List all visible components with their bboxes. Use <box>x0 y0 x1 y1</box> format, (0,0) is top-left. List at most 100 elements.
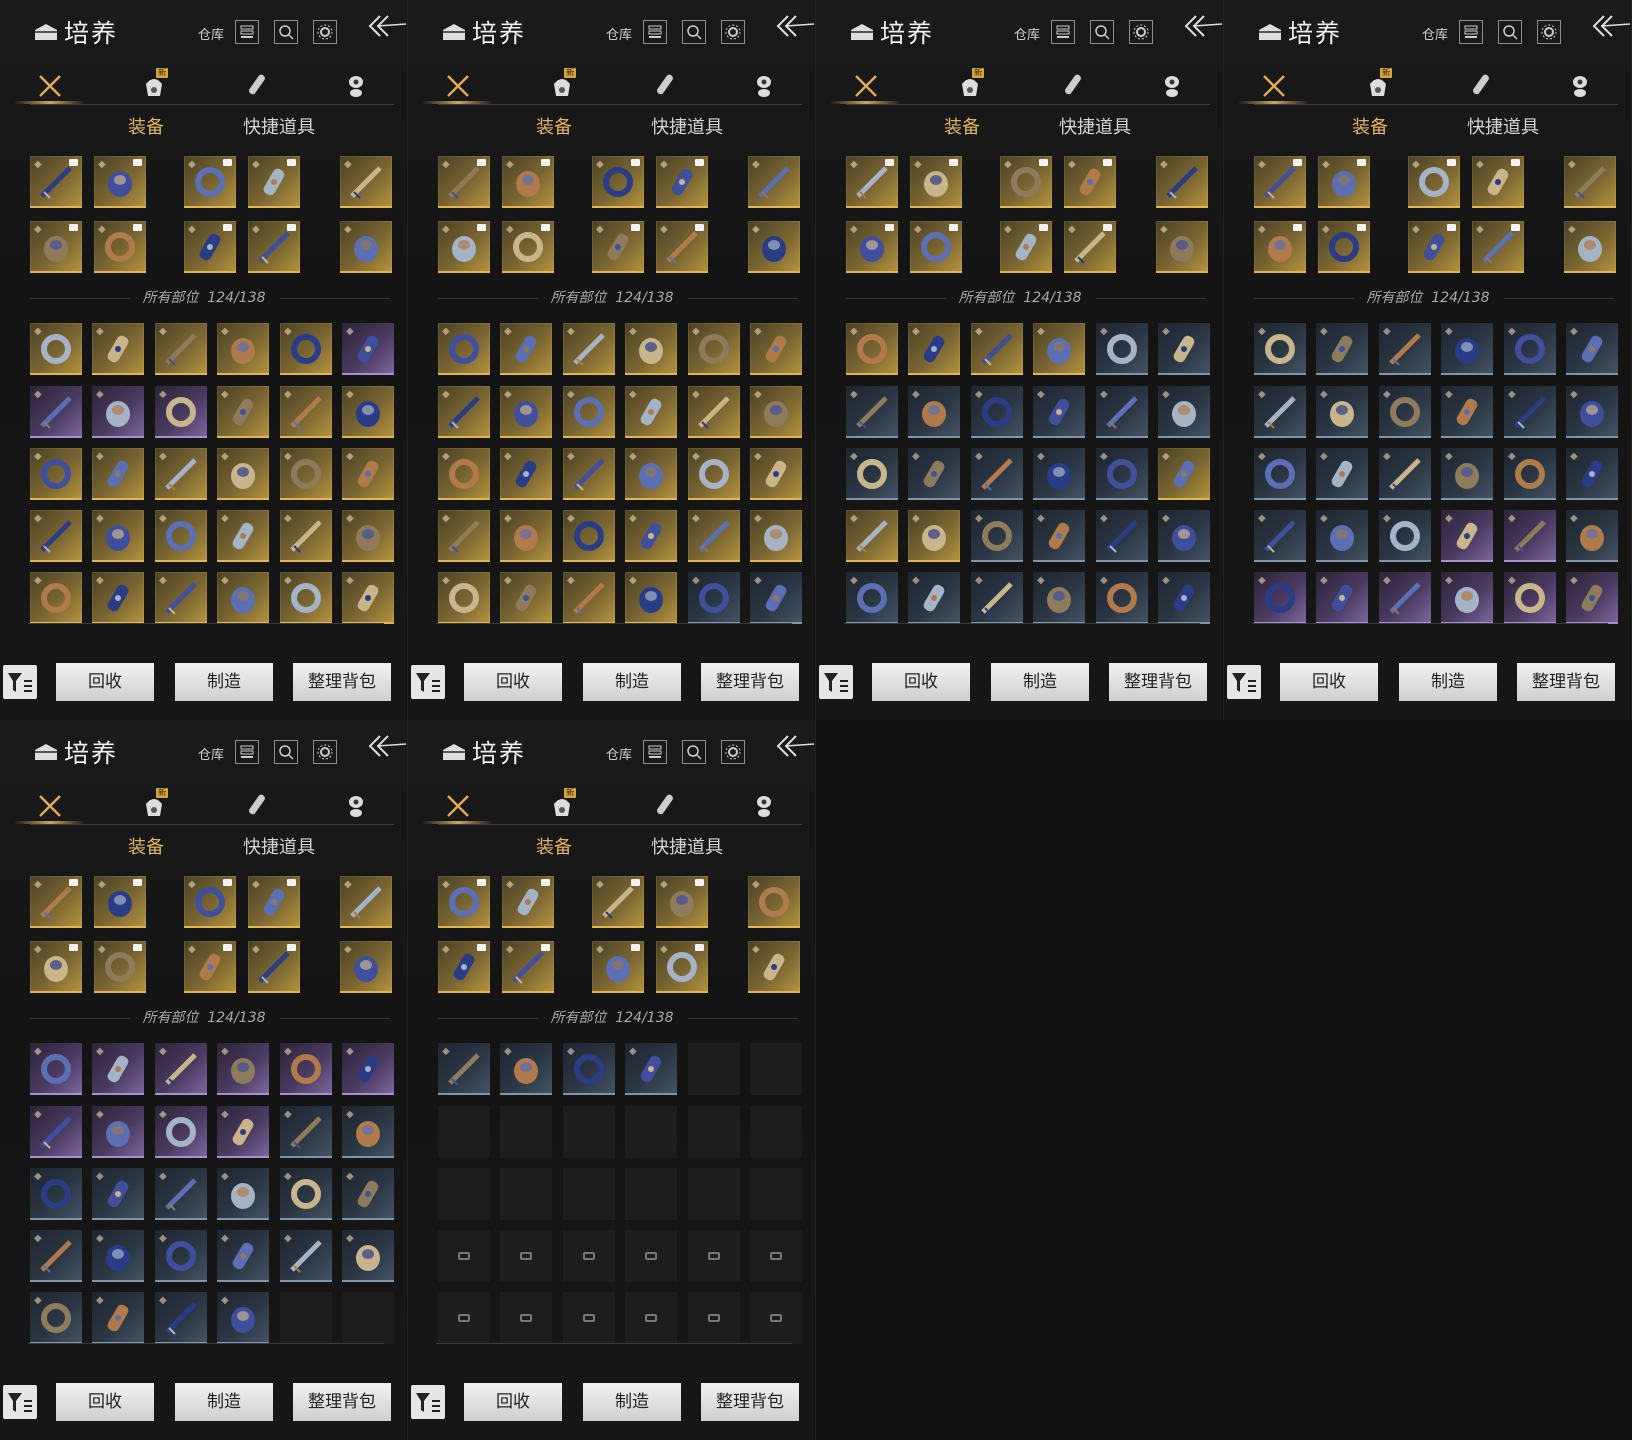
equipped-slot[interactable]: ◆ <box>656 941 708 993</box>
equipped-slot[interactable]: ◆ <box>502 156 554 208</box>
inventory-slot[interactable]: ◆ <box>217 1168 269 1220</box>
gear-icon[interactable] <box>313 20 337 44</box>
inventory-slot[interactable]: ◆ <box>438 323 490 375</box>
inventory-slot[interactable] <box>750 1043 802 1095</box>
equipped-slot[interactable]: ◆ <box>1000 221 1052 273</box>
tab-equipment[interactable]: 装备 <box>536 833 572 859</box>
back-arrow-icon[interactable] <box>1180 12 1223 48</box>
inventory-slot[interactable]: ◆ <box>1158 323 1210 375</box>
gear-icon[interactable] <box>721 20 745 44</box>
equipped-slot[interactable]: ◆ <box>502 221 554 273</box>
back-arrow-icon[interactable] <box>1588 12 1631 48</box>
inventory-slot[interactable]: ◆ <box>500 448 552 500</box>
tab-equipment[interactable]: 装备 <box>1352 113 1388 139</box>
filter-icon[interactable] <box>1227 665 1261 699</box>
inventory-slot[interactable]: ◆ <box>30 1292 82 1344</box>
equipped-slot[interactable]: ◆ <box>1064 221 1116 273</box>
storage-icon[interactable] <box>1051 20 1075 44</box>
inventory-slot[interactable]: ◆ <box>971 448 1023 500</box>
inventory-slot[interactable]: ◆ <box>155 448 207 500</box>
inventory-slot[interactable]: ◆ <box>750 572 802 624</box>
inventory-slot[interactable]: ◆ <box>217 448 269 500</box>
equipped-slot[interactable]: ◆ <box>656 156 708 208</box>
inventory-slot[interactable]: ◆ <box>1504 448 1556 500</box>
filter-icon[interactable] <box>411 1385 445 1419</box>
inventory-slot[interactable]: ◆ <box>30 386 82 438</box>
inventory-slot[interactable] <box>625 1106 677 1158</box>
inventory-slot[interactable]: ◆ <box>1504 510 1556 562</box>
inventory-slot[interactable]: ◆ <box>155 1292 207 1344</box>
token-icon[interactable] <box>1564 70 1596 100</box>
inventory-slot[interactable]: ◆ <box>563 1043 615 1095</box>
inventory-slot[interactable]: ◆ <box>1254 510 1306 562</box>
inventory-slot[interactable] <box>438 1230 490 1282</box>
equipped-slot[interactable]: ◆ <box>94 156 146 208</box>
scroll-icon[interactable] <box>648 790 680 820</box>
equipped-slot[interactable]: ◆ <box>438 876 490 928</box>
inventory-slot[interactable] <box>500 1168 552 1220</box>
equipped-slot[interactable]: ◆ <box>1564 221 1616 273</box>
filter-icon[interactable] <box>819 665 853 699</box>
filter-icon[interactable] <box>3 1385 37 1419</box>
inventory-slot[interactable]: ◆ <box>1316 448 1368 500</box>
equipped-slot[interactable]: ◆ <box>910 156 962 208</box>
inventory-slot[interactable]: ◆ <box>750 448 802 500</box>
inventory-slot[interactable] <box>563 1168 615 1220</box>
recycle-button[interactable]: 回收 <box>56 663 154 701</box>
inventory-slot[interactable]: ◆ <box>1254 386 1306 438</box>
inventory-slot[interactable]: ◆ <box>908 572 960 624</box>
inventory-slot[interactable]: ◆ <box>217 1106 269 1158</box>
storage-icon[interactable] <box>643 20 667 44</box>
bag-icon[interactable]: 新 <box>954 68 986 100</box>
inventory-slot[interactable]: ◆ <box>500 386 552 438</box>
equipped-slot[interactable]: ◆ <box>1564 156 1616 208</box>
inventory-slot[interactable]: ◆ <box>625 1043 677 1095</box>
inventory-slot[interactable]: ◆ <box>1096 386 1148 438</box>
inventory-slot[interactable]: ◆ <box>155 386 207 438</box>
crossed-swords-icon[interactable] <box>422 790 494 824</box>
warehouse-label[interactable]: 仓库 <box>198 744 224 763</box>
equipped-slot[interactable]: ◆ <box>94 876 146 928</box>
scroll-icon[interactable] <box>1464 70 1496 100</box>
inventory-slot[interactable]: ◆ <box>30 323 82 375</box>
equipped-slot[interactable]: ◆ <box>94 941 146 993</box>
equipped-slot[interactable]: ◆ <box>1156 221 1208 273</box>
inventory-slot[interactable]: ◆ <box>846 510 898 562</box>
inventory-slot[interactable]: ◆ <box>1096 448 1148 500</box>
equipped-slot[interactable]: ◆ <box>340 876 392 928</box>
equipped-slot[interactable]: ◆ <box>502 941 554 993</box>
inventory-slot[interactable] <box>688 1106 740 1158</box>
inventory-slot[interactable]: ◆ <box>280 1106 332 1158</box>
inventory-slot[interactable] <box>625 1292 677 1344</box>
inventory-slot[interactable]: ◆ <box>750 323 802 375</box>
inventory-slot[interactable]: ◆ <box>342 1230 394 1282</box>
inventory-slot[interactable]: ◆ <box>908 386 960 438</box>
inventory-slot[interactable]: ◆ <box>1254 323 1306 375</box>
storage-icon[interactable] <box>235 740 259 764</box>
inventory-slot[interactable]: ◆ <box>625 510 677 562</box>
inventory-slot[interactable]: ◆ <box>92 1292 144 1344</box>
equipped-slot[interactable]: ◆ <box>248 221 300 273</box>
equipped-slot[interactable]: ◆ <box>340 941 392 993</box>
equipped-slot[interactable]: ◆ <box>30 941 82 993</box>
inventory-slot[interactable]: ◆ <box>1566 386 1618 438</box>
tab-equipment[interactable]: 装备 <box>536 113 572 139</box>
warehouse-label[interactable]: 仓库 <box>198 24 224 43</box>
inventory-slot[interactable]: ◆ <box>1441 386 1493 438</box>
warehouse-label[interactable]: 仓库 <box>606 744 632 763</box>
equipped-slot[interactable]: ◆ <box>1064 156 1116 208</box>
inventory-slot[interactable]: ◆ <box>217 572 269 624</box>
storage-icon[interactable] <box>643 740 667 764</box>
inventory-slot[interactable]: ◆ <box>280 448 332 500</box>
bag-icon[interactable]: 新 <box>1362 68 1394 100</box>
inventory-slot[interactable]: ◆ <box>625 448 677 500</box>
inventory-slot[interactable]: ◆ <box>625 386 677 438</box>
inventory-slot[interactable] <box>280 1292 332 1344</box>
equipped-slot[interactable]: ◆ <box>248 156 300 208</box>
inventory-slot[interactable]: ◆ <box>155 1106 207 1158</box>
inventory-slot[interactable]: ◆ <box>1254 448 1306 500</box>
inventory-slot[interactable]: ◆ <box>438 448 490 500</box>
inventory-slot[interactable]: ◆ <box>342 323 394 375</box>
inventory-slot[interactable] <box>750 1106 802 1158</box>
back-arrow-icon[interactable] <box>772 732 815 768</box>
